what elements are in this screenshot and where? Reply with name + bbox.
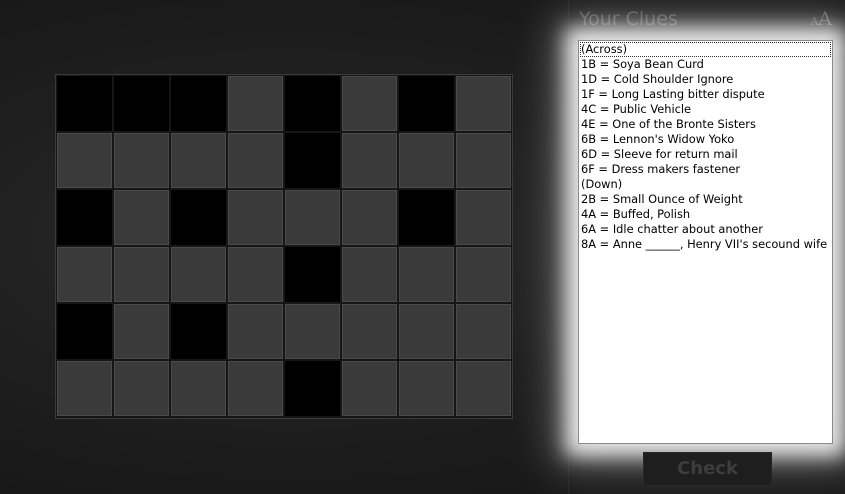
clue-item[interactable]: 6F = Dress makers fastener — [580, 162, 831, 177]
grid-cell[interactable] — [456, 361, 511, 416]
grid-block — [57, 304, 112, 359]
clue-item[interactable]: 1B = Soya Bean Curd — [580, 57, 831, 72]
grid-cell[interactable] — [285, 190, 340, 245]
clue-item[interactable]: 4E = One of the Bronte Sisters — [580, 117, 831, 132]
grid-cell[interactable] — [399, 247, 454, 302]
clue-list[interactable]: (Across) 1B = Soya Bean Curd 1D = Cold Sho… — [578, 40, 833, 444]
grid-cell[interactable] — [114, 304, 169, 359]
grid-block — [285, 76, 340, 131]
grid-block — [114, 76, 169, 131]
grid-cell[interactable] — [285, 304, 340, 359]
grid-block — [171, 304, 226, 359]
grid-cell[interactable] — [57, 247, 112, 302]
clue-item[interactable]: 6B = Lennon's Widow Yoko — [580, 132, 831, 147]
clue-item[interactable]: 8A = Anne ______, Henry VII's secound wi… — [580, 237, 831, 252]
clues-panel: Your Clues AA (Across) 1B = Soya Bean Cur… — [568, 0, 845, 494]
grid-block — [285, 133, 340, 188]
clue-item[interactable]: 2B = Small Ounce of Weight — [580, 192, 831, 207]
grid-cell[interactable] — [456, 247, 511, 302]
grid-cell[interactable] — [228, 76, 283, 131]
clue-item[interactable]: 4A = Buffed, Polish — [580, 207, 831, 222]
grid-cell[interactable] — [228, 247, 283, 302]
grid-cell[interactable] — [114, 361, 169, 416]
grid-cell[interactable] — [456, 76, 511, 131]
grid-cell[interactable] — [342, 304, 397, 359]
grid-cell[interactable] — [57, 133, 112, 188]
clue-item[interactable]: 6A = Idle chatter about another — [580, 222, 831, 237]
clue-item[interactable]: (Down) — [580, 177, 831, 192]
grid-cell[interactable] — [342, 190, 397, 245]
grid-cell[interactable] — [342, 361, 397, 416]
grid-cell[interactable] — [171, 361, 226, 416]
grid-block — [285, 247, 340, 302]
grid-block — [171, 190, 226, 245]
grid-cell[interactable] — [57, 361, 112, 416]
font-size-icon[interactable]: AA — [810, 8, 832, 30]
grid-cell[interactable] — [399, 133, 454, 188]
grid-cell[interactable] — [228, 133, 283, 188]
clue-item[interactable]: 1D = Cold Shoulder Ignore — [580, 72, 831, 87]
clue-item[interactable]: (Across) — [580, 42, 831, 57]
grid-cell[interactable] — [114, 247, 169, 302]
grid-cell[interactable] — [456, 304, 511, 359]
grid-block — [171, 76, 226, 131]
crossword-app: Your Clues AA (Across) 1B = Soya Bean Cur… — [0, 0, 845, 494]
grid-cell[interactable] — [171, 247, 226, 302]
grid-cell[interactable] — [456, 133, 511, 188]
grid-cell[interactable] — [228, 304, 283, 359]
clue-item[interactable]: 6D = Sleeve for return mail — [580, 147, 831, 162]
clue-item[interactable]: 1F = Long Lasting bitter dispute — [580, 87, 831, 102]
grid-cell[interactable] — [399, 304, 454, 359]
grid-cell[interactable] — [228, 361, 283, 416]
grid-cell[interactable] — [171, 133, 226, 188]
grid-cell[interactable] — [456, 190, 511, 245]
grid-block — [399, 76, 454, 131]
grid-block — [399, 190, 454, 245]
grid-cell[interactable] — [342, 76, 397, 131]
grid-block — [57, 190, 112, 245]
grid-cell[interactable] — [114, 190, 169, 245]
grid-block — [285, 361, 340, 416]
grid-cell[interactable] — [399, 361, 454, 416]
grid-cell[interactable] — [228, 190, 283, 245]
font-large-glyph: A — [818, 8, 832, 30]
grid-cell[interactable] — [114, 133, 169, 188]
crossword-grid — [55, 74, 513, 419]
grid-cell[interactable] — [342, 133, 397, 188]
grid-block — [57, 76, 112, 131]
check-button[interactable]: Check — [643, 452, 772, 486]
clue-item[interactable]: 4C = Public Vehicle — [580, 102, 831, 117]
grid-cell[interactable] — [342, 247, 397, 302]
panel-title: Your Clues — [579, 8, 678, 30]
